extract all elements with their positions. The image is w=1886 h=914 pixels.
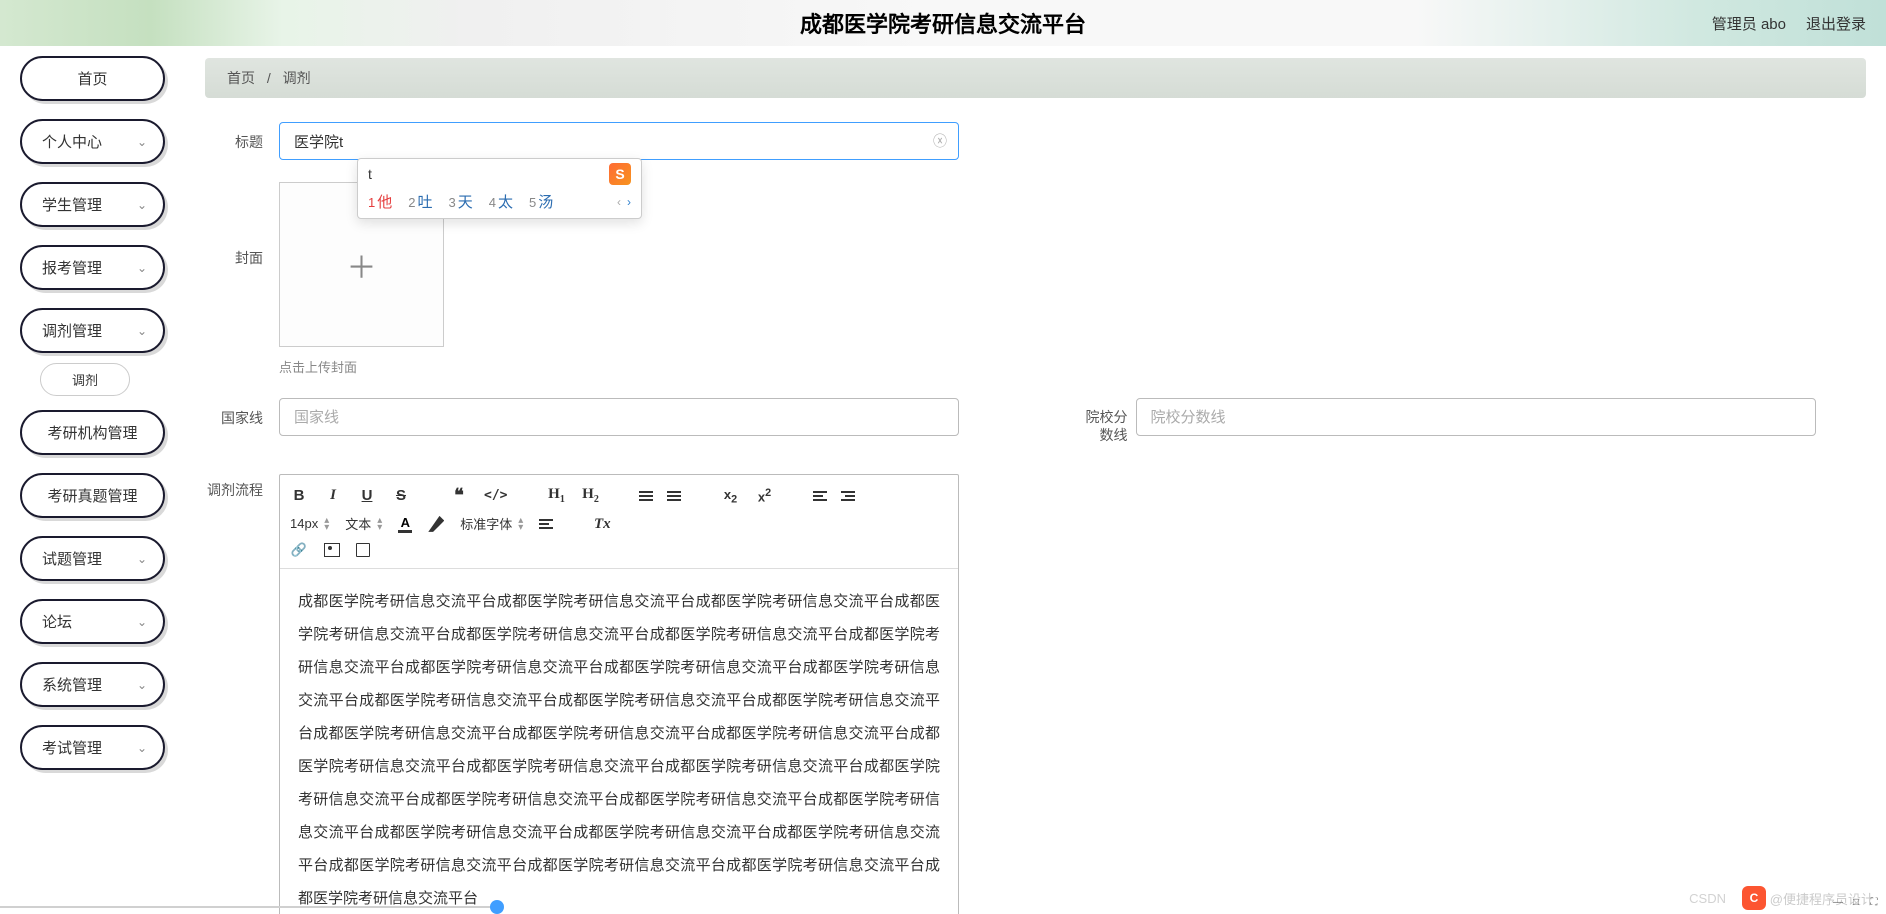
chevron-down-icon: ⌄ <box>137 324 147 338</box>
sidebar-item-org[interactable]: 考研机构管理 <box>20 410 165 455</box>
text-color-button[interactable]: A <box>398 515 412 533</box>
header: 成都医学院考研信息交流平台 管理员 abo 退出登录 <box>0 0 1886 46</box>
sidebar-item-label: 考研机构管理 <box>47 422 137 443</box>
clear-icon[interactable]: ⓧ <box>933 131 947 151</box>
title-input[interactable] <box>279 122 959 160</box>
bg-color-button[interactable] <box>428 516 444 532</box>
minimize-icon[interactable]: — <box>1832 896 1844 908</box>
chevron-down-icon: ⌄ <box>137 135 147 149</box>
title-label: 标题 <box>205 122 279 152</box>
plus-icon: ＋ <box>347 243 377 287</box>
sidebar-item-forum[interactable]: 论坛 ⌄ <box>20 599 165 644</box>
ime-candidate-5[interactable]: 5汤 <box>529 191 553 212</box>
font-family-select[interactable]: 标准字体 ▴▾ <box>460 514 523 533</box>
sidebar-item-label: 考研真题管理 <box>47 485 137 506</box>
ime-candidate-1[interactable]: 1他 <box>368 191 392 212</box>
sidebar-sub-label: 调剂 <box>72 373 98 388</box>
logout-link[interactable]: 退出登录 <box>1806 13 1866 34</box>
breadcrumb-separator: / <box>267 70 271 86</box>
sidebar-item-adjust[interactable]: 调剂管理 ⌄ <box>20 308 165 353</box>
csdn-watermark: CSDN <box>1689 891 1726 906</box>
sidebar-item-label: 报考管理 <box>42 257 102 278</box>
sidebar-item-test[interactable]: 考试管理 ⌄ <box>20 725 165 770</box>
ime-candidate-3[interactable]: 3天 <box>449 191 473 212</box>
link-button[interactable] <box>290 541 308 558</box>
unordered-list-button[interactable] <box>667 491 681 501</box>
sidebar-item-apply[interactable]: 报考管理 ⌄ <box>20 245 165 290</box>
ordered-list-button[interactable] <box>639 491 653 501</box>
sidebar-item-system[interactable]: 系统管理 ⌄ <box>20 662 165 707</box>
rich-text-editor: B I U S ❝ </> H1 H2 <box>279 474 959 914</box>
upload-hint: 点击上传封面 <box>279 357 959 376</box>
window-controls: — □ ⛶ <box>1832 896 1880 908</box>
align-button[interactable] <box>539 519 553 529</box>
sidebar-item-exam[interactable]: 考研真题管理 <box>20 473 165 518</box>
ime-logo-icon: S <box>609 163 631 185</box>
quote-button[interactable]: ❝ <box>450 485 468 506</box>
breadcrumb-current: 调剂 <box>283 70 311 86</box>
breadcrumb: 首页 / 调剂 <box>205 58 1866 98</box>
sidebar-item-label: 调剂管理 <box>42 320 102 341</box>
page-title: 成都医学院考研信息交流平台 <box>800 7 1086 39</box>
progress-indicator[interactable] <box>490 900 504 914</box>
subscript-button[interactable]: x2 <box>721 487 739 506</box>
sidebar-item-label: 个人中心 <box>42 131 102 152</box>
sidebar-item-label: 试题管理 <box>42 548 102 569</box>
school-score-input[interactable] <box>1136 398 1816 436</box>
sidebar-item-student[interactable]: 学生管理 ⌄ <box>20 182 165 227</box>
expand-icon[interactable]: ⛶ <box>1868 896 1880 908</box>
chevron-down-icon: ⌄ <box>137 678 147 692</box>
block-type-select[interactable]: 文本 ▴▾ <box>345 514 382 533</box>
h2-button[interactable]: H2 <box>581 486 599 505</box>
image-button[interactable] <box>324 543 340 557</box>
sidebar-item-question[interactable]: 试题管理 ⌄ <box>20 536 165 581</box>
chevron-down-icon: ⌄ <box>137 261 147 275</box>
cover-label: 封面 <box>205 182 279 268</box>
sidebar-item-label: 首页 <box>77 68 107 89</box>
h1-button[interactable]: H1 <box>547 486 565 505</box>
sidebar-sub-adjust[interactable]: 调剂 <box>40 363 130 396</box>
process-label: 调剂流程 <box>205 474 279 500</box>
chevron-down-icon: ⌄ <box>137 741 147 755</box>
admin-label[interactable]: 管理员 abo <box>1712 13 1786 34</box>
editor-toolbar: B I U S ❝ </> H1 H2 <box>280 475 958 569</box>
school-score-label: 院校分数线 <box>1076 398 1136 444</box>
ime-typed: t <box>368 166 372 182</box>
ime-prev-icon[interactable]: ‹ <box>617 195 621 209</box>
superscript-button[interactable]: x2 <box>755 487 773 504</box>
code-button[interactable]: </> <box>484 488 507 503</box>
sidebar-item-label: 考试管理 <box>42 737 102 758</box>
sidebar-item-profile[interactable]: 个人中心 ⌄ <box>20 119 165 164</box>
editor-content[interactable]: 成都医学院考研信息交流平台成都医学院考研信息交流平台成都医学院考研信息交流平台成… <box>280 569 958 914</box>
font-size-select[interactable]: 14px ▴▾ <box>290 516 329 531</box>
outdent-button[interactable] <box>813 491 827 501</box>
strike-button[interactable]: S <box>392 487 410 504</box>
main-content: 首页 / 调剂 标题 ⓧ t S 1他 2吐 <box>185 46 1886 914</box>
sidebar: 首页 个人中心 ⌄ 学生管理 ⌄ 报考管理 ⌄ 调剂管理 ⌄ 调剂 考研机构管理… <box>0 46 185 914</box>
progress-track <box>0 906 500 908</box>
sidebar-item-label: 论坛 <box>42 611 72 632</box>
breadcrumb-home[interactable]: 首页 <box>227 70 255 86</box>
national-line-input[interactable] <box>279 398 959 436</box>
sidebar-item-home[interactable]: 首页 <box>20 56 165 101</box>
italic-button[interactable]: I <box>324 487 342 504</box>
bold-button[interactable]: B <box>290 487 308 504</box>
sidebar-item-label: 学生管理 <box>42 194 102 215</box>
ime-candidate-2[interactable]: 2吐 <box>408 191 432 212</box>
national-line-label: 国家线 <box>205 398 279 428</box>
indent-button[interactable] <box>841 491 855 501</box>
sidebar-item-label: 系统管理 <box>42 674 102 695</box>
chevron-down-icon: ⌄ <box>137 198 147 212</box>
clear-format-button[interactable] <box>593 515 611 533</box>
chevron-down-icon: ⌄ <box>137 615 147 629</box>
chevron-down-icon: ⌄ <box>137 552 147 566</box>
underline-button[interactable]: U <box>358 487 376 504</box>
maximize-icon[interactable]: □ <box>1850 896 1862 908</box>
watermark-icon: C <box>1742 886 1766 910</box>
ime-next-icon[interactable]: › <box>627 195 631 209</box>
ime-candidate-4[interactable]: 4太 <box>489 191 513 212</box>
save-button[interactable] <box>356 543 370 557</box>
ime-popup: t S 1他 2吐 3天 4太 5汤 ‹ › <box>357 158 642 219</box>
editor-paragraph: 成都医学院考研信息交流平台成都医学院考研信息交流平台成都医学院考研信息交流平台成… <box>298 585 940 914</box>
